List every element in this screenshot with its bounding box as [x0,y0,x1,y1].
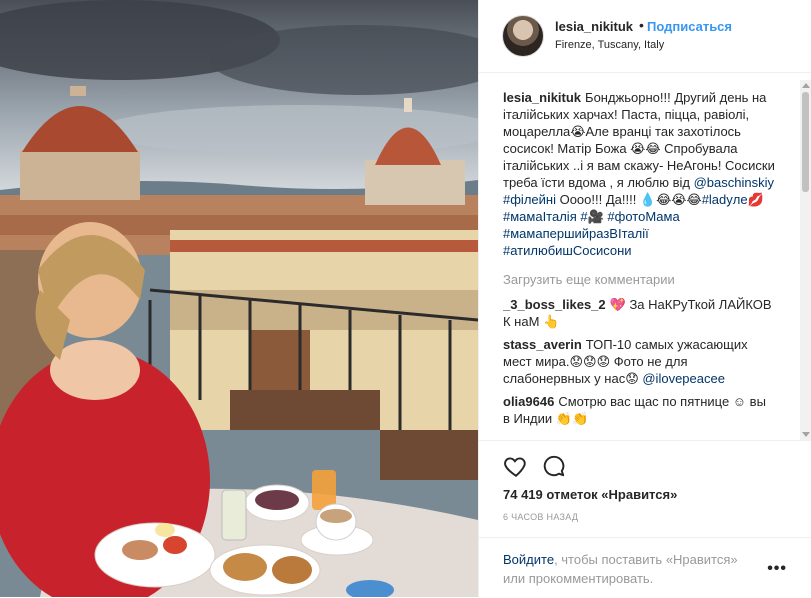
load-more-comments-button[interactable]: Загрузить еще комментарии [503,271,775,288]
scroll-down-arrow-icon[interactable] [802,432,810,437]
hashtag-link[interactable]: #фотоМама [607,209,679,224]
comment-username[interactable]: stass_averin [503,337,582,352]
login-prompt: Войдите, чтобы поставить «Нравится» или … [503,550,763,588]
comments-scrollbar[interactable] [800,80,811,440]
mention-link[interactable]: @baschinskiy [694,175,774,190]
login-link[interactable]: Войдите [503,552,554,567]
heart-icon[interactable] [503,453,529,479]
follow-button[interactable]: Подписаться [647,19,732,34]
caption: lesia_nikituk Бонджьорно!!! Другий день н… [503,89,775,259]
instagram-post: lesia_nikituk • Подписаться Firenze, Tus… [0,0,811,597]
post-actions: 74 419 отметок «Нравится» 6 ЧАСОВ НАЗАД … [479,440,811,598]
add-comment-section: Войдите, чтобы поставить «Нравится» или … [479,537,811,586]
avatar[interactable] [502,15,544,57]
mention-link[interactable]: @ilovepeacee [642,371,725,386]
post-photo-illustration [0,0,478,597]
likes-count[interactable]: 74 419 отметок «Нравится» [503,487,677,502]
caption-username[interactable]: lesia_nikituk [503,90,581,105]
hashtag-link[interactable]: #мамаІталія [503,209,577,224]
more-options-icon[interactable]: ••• [767,560,787,578]
post-header: lesia_nikituk • Подписаться Firenze, Tus… [479,0,811,73]
hashtag-link[interactable]: #🎥 [580,209,603,224]
hashtag-link[interactable]: #філейні [503,192,556,207]
list-item: _3_boss_likes_2 💖 За НаКРуТкой ЛАЙКОВ К н… [503,296,775,330]
hashtag-link[interactable]: #ladyле [702,192,748,207]
caption-text-3: Оооо!!! Да!!!! 💧😂😭😂 [555,192,702,207]
hashtag-link[interactable]: #мамапершийразВІталії [503,226,649,241]
list-item: olia9646 Смотрю вас щас по пятнице ☺ вы в… [503,393,775,427]
location-link[interactable]: Firenze, Tuscany, Italy [555,39,664,51]
separator-dot: • [639,17,644,33]
header-username[interactable]: lesia_nikituk [555,19,633,34]
comment-bubble-icon[interactable] [541,453,567,479]
list-item: stass_averin ТОП-10 самых ужасающих мест … [503,336,775,387]
scrollbar-thumb[interactable] [802,92,809,192]
comments-list[interactable]: lesia_nikituk Бонджьорно!!! Другий день н… [503,89,775,439]
post-timestamp: 6 ЧАСОВ НАЗАД [503,512,579,522]
post-photo[interactable] [0,0,478,597]
post-side-panel: lesia_nikituk • Подписаться Firenze, Tus… [478,0,811,597]
scroll-up-arrow-icon[interactable] [802,83,810,88]
hashtag-link[interactable]: #атилюбишСосисони [503,243,632,258]
caption-text-4: 💋 [747,192,764,207]
comment-username[interactable]: olia9646 [503,394,554,409]
comment-username[interactable]: _3_boss_likes_2 [503,297,606,312]
